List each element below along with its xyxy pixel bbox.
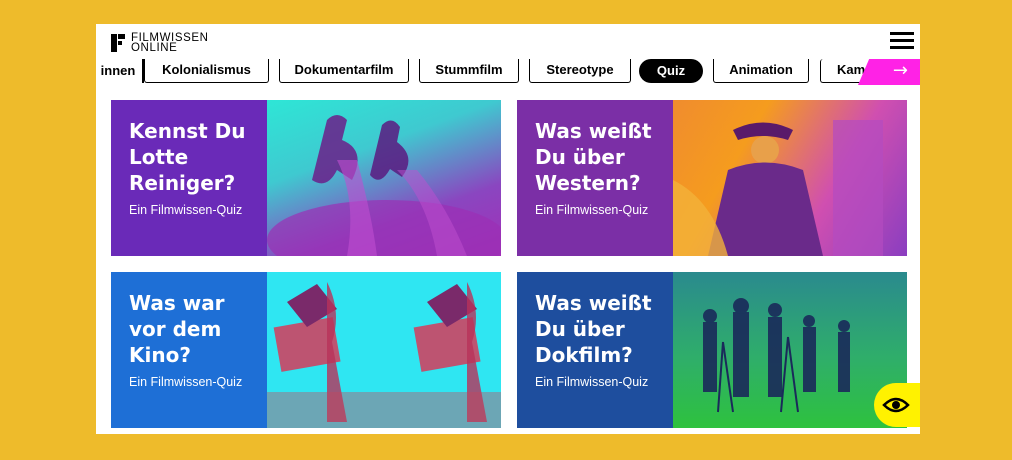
card-image-cowboy (673, 100, 907, 256)
logo-text: FILMWISSEN ONLINE (131, 32, 209, 54)
card-image-apparatus (267, 272, 501, 428)
tag-stummfilm[interactable]: Stummfilm (419, 59, 519, 83)
quiz-card-dokfilm[interactable]: Was weißt Du über Dokfilm? Ein Filmwisse… (517, 272, 907, 428)
hamburger-menu-icon[interactable] (890, 30, 914, 52)
card-subtitle: Ein Filmwissen-Quiz (535, 375, 649, 389)
tag-kolonialismus[interactable]: Kolonialismus (144, 59, 269, 83)
quiz-card-vor-dem-kino[interactable]: Was war vor dem Kino? Ein Filmwissen-Qui… (111, 272, 501, 428)
card-title: Kennst Du Lotte Reiniger? (129, 119, 246, 195)
card-image-camera-crew (673, 272, 907, 428)
card-title: Was weißt Du über Western? (535, 119, 652, 195)
eye-icon[interactable] (874, 383, 920, 427)
tag-innen[interactable]: innen (96, 59, 144, 83)
tag-quiz[interactable]: Quiz (639, 59, 703, 83)
tag-stereotype[interactable]: Stereotype (529, 59, 631, 83)
page-screen: FILMWISSEN ONLINE innen Kolonialismus Do… (96, 24, 920, 434)
logo-line-2: ONLINE (131, 42, 178, 54)
card-title: Was weißt Du über Dokfilm? (535, 291, 652, 367)
card-subtitle: Ein Filmwissen-Quiz (129, 375, 243, 389)
tag-bar: innen Kolonialismus Dokumentarfilm Stumm… (96, 59, 920, 83)
site-logo[interactable]: FILMWISSEN ONLINE (111, 32, 209, 54)
quiz-card-lotte-reiniger[interactable]: Kennst Du Lotte Reiniger? Ein Filmwissen… (111, 100, 501, 256)
card-subtitle: Ein Filmwissen-Quiz (535, 203, 649, 217)
quiz-card-western[interactable]: Was weißt Du über Western? Ein Filmwisse… (517, 100, 907, 256)
card-title: Was war vor dem Kino? (129, 291, 225, 367)
tag-animation[interactable]: Animation (713, 59, 809, 83)
logo-mark-icon (111, 34, 125, 52)
tag-dokumentarfilm[interactable]: Dokumentarfilm (279, 59, 409, 83)
card-image-silhouettes (267, 100, 501, 256)
card-subtitle: Ein Filmwissen-Quiz (129, 203, 243, 217)
